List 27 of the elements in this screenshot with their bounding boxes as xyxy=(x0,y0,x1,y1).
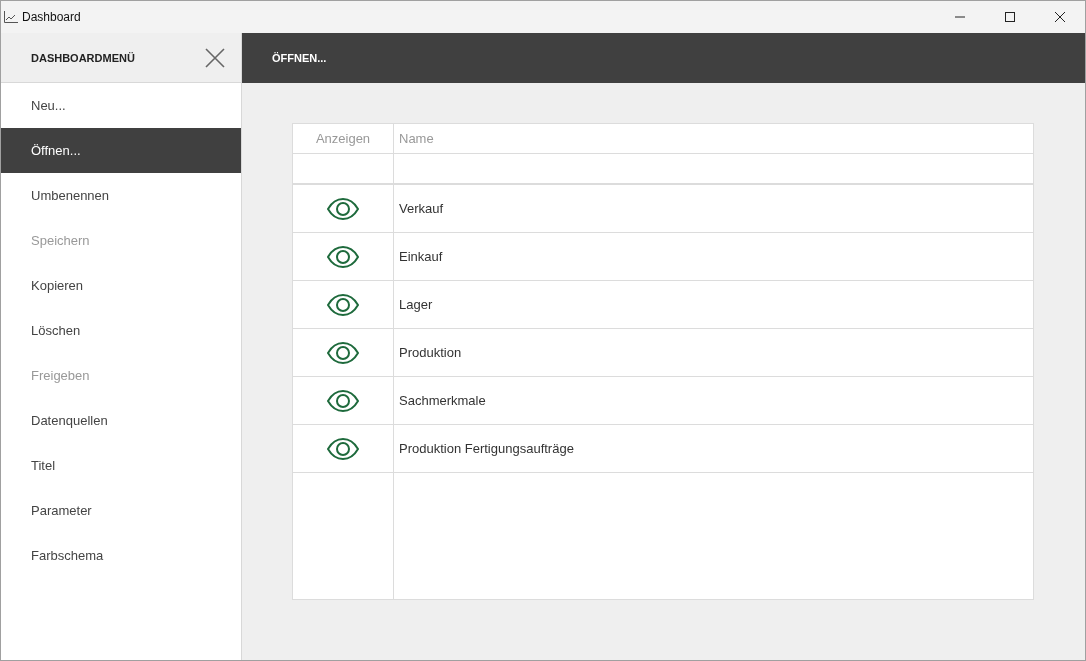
eye-icon[interactable] xyxy=(327,389,359,412)
menu-item[interactable]: Neu... xyxy=(1,83,241,128)
sidebar-title: DASHBOARDMENÜ xyxy=(31,51,135,64)
menu-item[interactable]: Umbenennen xyxy=(1,173,241,218)
maximize-icon[interactable] xyxy=(1005,12,1015,22)
table-cell: Sachmerkmale xyxy=(399,393,486,408)
table-cell: Verkauf xyxy=(399,201,444,216)
menu-item[interactable]: Löschen xyxy=(1,308,241,353)
menu-item[interactable]: Titel xyxy=(1,443,241,488)
eye-icon[interactable] xyxy=(327,341,359,364)
table-cell: Produktion xyxy=(399,345,462,360)
table-cell: Einkauf xyxy=(399,249,443,264)
table-cell: Produktion Fertigungsaufträge xyxy=(399,441,574,456)
window-title: Dashboard xyxy=(22,10,81,24)
page-title: ÖFFNEN... xyxy=(272,52,327,64)
chart-line-icon xyxy=(4,11,18,23)
menu-item[interactable]: Farbschema xyxy=(1,533,241,578)
eye-icon[interactable] xyxy=(327,437,359,460)
table-cell: Lager xyxy=(399,297,433,312)
menu-item[interactable]: Kopieren xyxy=(1,263,241,308)
menu-item[interactable]: Parameter xyxy=(1,488,241,533)
menu-item[interactable]: Datenquellen xyxy=(1,398,241,443)
close-icon[interactable] xyxy=(1055,12,1065,22)
menu-item[interactable]: Öffnen... xyxy=(1,128,241,173)
eye-icon[interactable] xyxy=(327,245,359,268)
eye-icon[interactable] xyxy=(327,197,359,220)
eye-icon[interactable] xyxy=(327,293,359,316)
